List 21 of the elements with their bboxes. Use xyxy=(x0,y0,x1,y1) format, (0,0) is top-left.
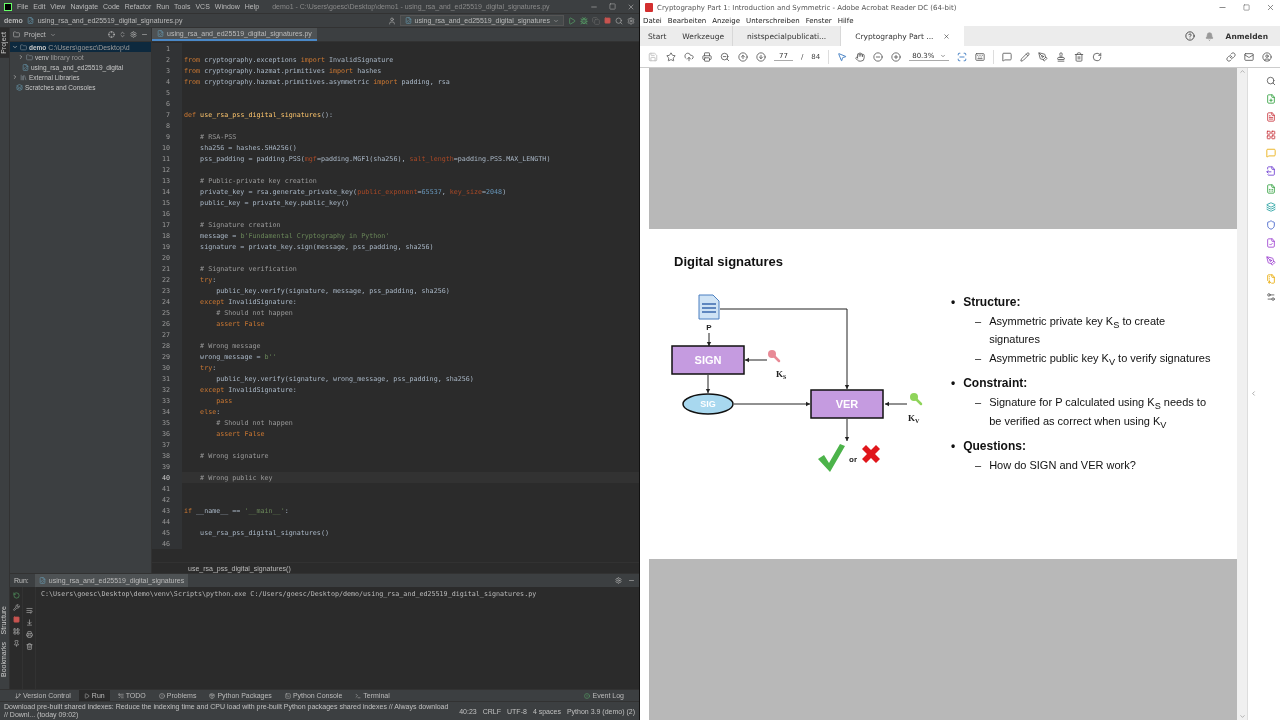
bullet-mark: • xyxy=(951,376,956,391)
ver-block: VER xyxy=(810,389,884,419)
bullet-mark: • xyxy=(951,295,956,309)
dash-mark: – xyxy=(975,395,982,411)
sig-ellipse: SIG xyxy=(682,393,734,415)
bullet-mark: • xyxy=(951,438,956,453)
sign-block: SIGN xyxy=(671,345,745,375)
dash-mark: – xyxy=(975,351,982,367)
or-label: or xyxy=(849,455,857,464)
key-label: K$_{V}$ xyxy=(908,413,920,424)
bullet-text: How do SIGN and VER work? xyxy=(989,457,1136,472)
dash-mark: – xyxy=(975,314,982,329)
document-label: P xyxy=(706,323,712,332)
slide-title: Digital signatures xyxy=(674,254,785,269)
bullet-heading: Questions: xyxy=(963,438,1026,453)
key-label: K$_{S}$ xyxy=(776,369,787,380)
bullet-heading: Constraint: xyxy=(963,376,1028,391)
bullet-text: Signature for P calculated using K$_{S}$ needs to be verified as correct when using K$_{V}$ xyxy=(989,395,1207,432)
bullet-text: Asymmetric public key K$_{V}$ to verify signatures xyxy=(989,351,1211,370)
dash-mark: – xyxy=(975,457,982,472)
bullet-heading: Structure: xyxy=(963,295,1021,309)
